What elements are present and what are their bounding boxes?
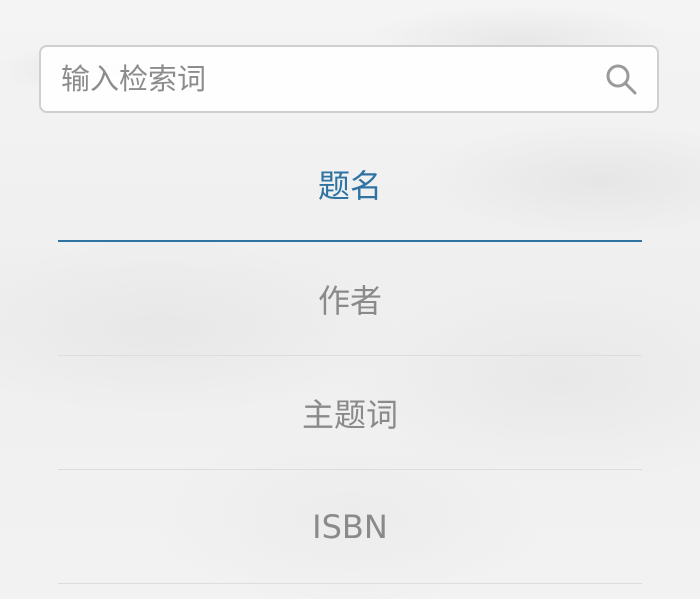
tab-subject[interactable]: 主题词 xyxy=(58,356,642,470)
tab-author-label: 作者 xyxy=(317,281,382,320)
search-input[interactable] xyxy=(41,47,599,111)
tab-title-label: 题名 xyxy=(317,167,382,205)
tab-author[interactable]: 作者 xyxy=(58,242,642,356)
search-bar xyxy=(39,45,659,113)
search-field-tabs: 题名 作者 主题词 ISBN xyxy=(58,128,642,584)
tab-title[interactable]: 题名 xyxy=(58,128,642,242)
search-icon[interactable] xyxy=(599,57,643,101)
tab-isbn-label: ISBN xyxy=(312,507,388,546)
tab-isbn[interactable]: ISBN xyxy=(58,470,642,584)
tab-subject-label: 主题词 xyxy=(301,395,398,434)
